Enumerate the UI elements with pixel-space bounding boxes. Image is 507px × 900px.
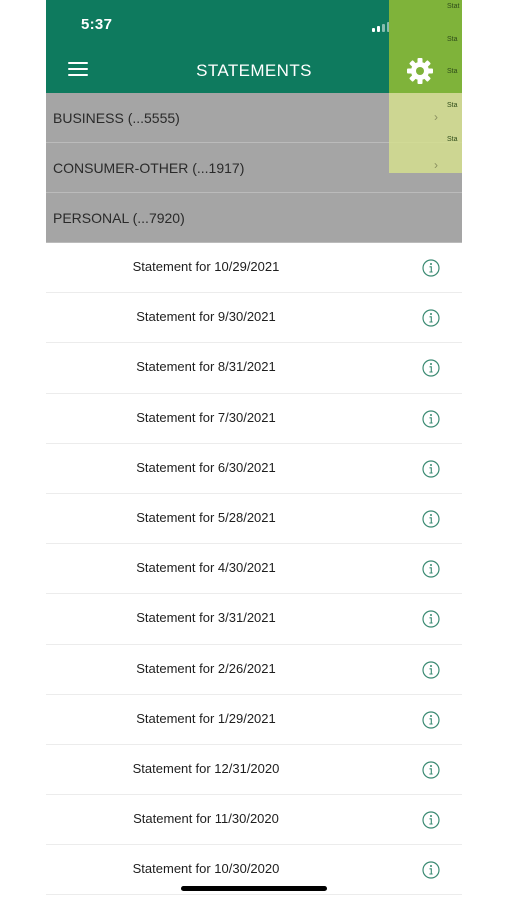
info-icon[interactable]: [422, 761, 440, 779]
statement-label: Statement for 12/31/2020: [132, 760, 280, 776]
info-icon[interactable]: [422, 409, 440, 428]
info-icon[interactable]: [422, 359, 440, 377]
side-panel-tag: Stat: [447, 3, 460, 10]
statement-label: Statement for 2/26/2021: [136, 660, 276, 676]
statement-row[interactable]: Statement for 12/31/2020: [46, 745, 462, 796]
statement-row[interactable]: Statement for 6/30/2021: [46, 444, 462, 494]
statement-row[interactable]: Statement for 4/30/2021: [46, 544, 462, 595]
statement-label: Statement for 6/30/2021: [136, 459, 276, 475]
statement-label: Statement for 3/31/2021: [136, 610, 276, 626]
side-panel-tag: Sta: [447, 68, 458, 75]
statement-label: Statement for 7/30/2021: [136, 409, 276, 425]
side-panel-tag: Sta: [447, 36, 458, 43]
statement-label: Statement for 10/29/2021: [132, 259, 280, 274]
phone-screen: 5:37 STATEMENTS Stat Sta Sta Sta › Sta ›…: [46, 0, 462, 900]
info-icon[interactable]: [422, 560, 440, 578]
statement-label: Statement for 11/30/2020: [133, 811, 279, 827]
chevron-right-icon: ›: [434, 110, 438, 124]
side-panel-overlay: Stat Sta Sta Sta › Sta ›: [389, 0, 462, 173]
info-icon[interactable]: [422, 711, 440, 729]
statement-label: Statement for 8/31/2021: [136, 359, 276, 375]
info-icon[interactable]: [422, 309, 440, 327]
side-panel-tag: Sta: [447, 102, 458, 109]
statements-list: Statement for 10/29/2021 Statement for 9…: [46, 243, 462, 896]
statement-row[interactable]: Statement for 1/29/2021: [46, 695, 462, 745]
statement-row[interactable]: Statement for 5/28/2021: [46, 494, 462, 545]
info-icon[interactable]: [422, 660, 440, 679]
statement-row[interactable]: Statement for 3/31/2021: [46, 594, 462, 645]
info-icon[interactable]: [422, 510, 440, 528]
statement-row[interactable]: Statement for 8/31/2021: [46, 343, 462, 394]
home-indicator[interactable]: [181, 886, 327, 891]
statement-row[interactable]: Statement for 11/30/2020: [46, 795, 462, 846]
statement-row[interactable]: Statement for 9/30/2021: [46, 293, 462, 344]
statement-label: Statement for 9/30/2021: [136, 309, 276, 325]
statement-row[interactable]: Statement for 10/29/2021: [46, 243, 462, 294]
statement-label: Statement for 4/30/2021: [136, 560, 276, 576]
statement-row[interactable]: Statement for 2/26/2021: [46, 645, 462, 695]
side-panel-tag: Sta: [447, 136, 458, 143]
gear-icon[interactable]: [405, 56, 435, 86]
info-icon[interactable]: [422, 811, 440, 829]
statement-label: Statement for 1/29/2021: [136, 710, 276, 726]
account-item-personal[interactable]: PERSONAL (...7920): [46, 193, 462, 243]
info-icon[interactable]: [422, 861, 440, 879]
info-icon[interactable]: [422, 259, 440, 277]
info-icon[interactable]: [422, 460, 440, 478]
info-icon[interactable]: [422, 610, 440, 628]
statement-label: Statement for 5/28/2021: [136, 509, 276, 525]
statement-row[interactable]: Statement for 7/30/2021: [46, 394, 462, 444]
chevron-right-icon: ›: [434, 158, 438, 172]
status-time: 5:37: [81, 16, 113, 33]
